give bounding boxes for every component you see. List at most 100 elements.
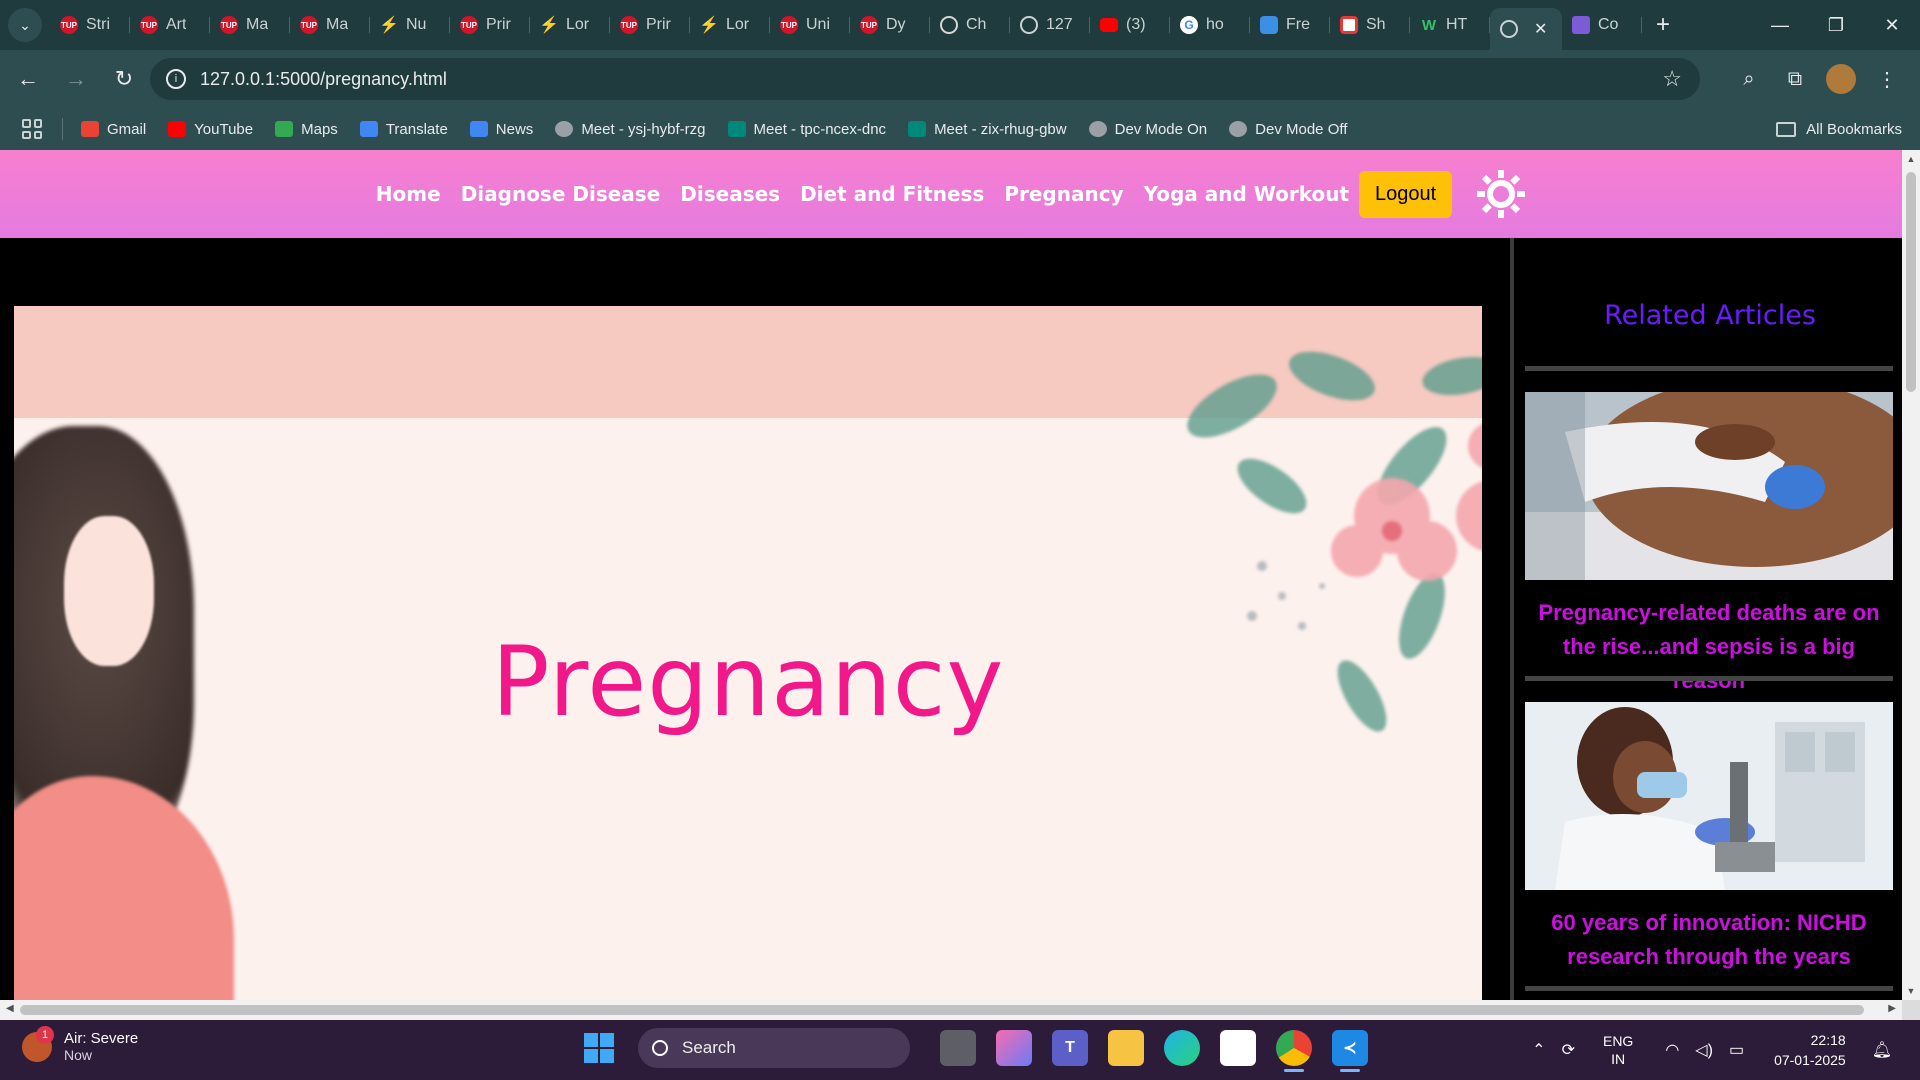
scrollbar-thumb[interactable]: [1906, 172, 1916, 392]
tab-search-icon[interactable]: ⌄: [8, 8, 42, 42]
tab[interactable]: ⚡ Lor: [690, 7, 770, 43]
close-icon[interactable]: ✕: [1534, 19, 1547, 39]
reload-button[interactable]: ↻: [104, 59, 144, 99]
weather-widget[interactable]: 1 Air: Severe Now: [22, 1025, 139, 1063]
profile-avatar[interactable]: [1818, 64, 1864, 94]
taskbar-search[interactable]: Search: [638, 1028, 910, 1068]
address-bar[interactable]: i 127.0.0.1:5000/pregnancy.html ☆: [150, 58, 1700, 100]
back-button[interactable]: ←: [8, 59, 48, 99]
logout-button[interactable]: Logout: [1359, 170, 1453, 218]
article-title-link[interactable]: 60 years of innovation: NICHD research t…: [1525, 906, 1893, 974]
restore-icon[interactable]: ❐: [1808, 0, 1864, 50]
bookmark-star-icon[interactable]: ☆: [1662, 66, 1682, 92]
tab[interactable]: TUP Uni: [770, 7, 850, 43]
vscode-icon[interactable]: ≺: [1332, 1030, 1368, 1072]
teams-icon[interactable]: T: [1052, 1030, 1088, 1066]
nav-link-pregnancy[interactable]: Pregnancy: [1004, 182, 1123, 206]
tab[interactable]: Ch: [930, 7, 1010, 43]
chrome-icon[interactable]: [1276, 1030, 1312, 1072]
tab[interactable]: TUP Ma: [210, 7, 290, 43]
tab-label: 127: [1046, 16, 1073, 33]
scroll-down-arrow-icon[interactable]: ▼: [1906, 986, 1916, 996]
scrollbar-thumb[interactable]: [20, 1005, 1864, 1015]
forward-button[interactable]: →: [56, 59, 96, 99]
bookmark-item[interactable]: Meet - tpc-ncex-dnc: [727, 121, 886, 138]
bookmark-item[interactable]: YouTube: [168, 121, 253, 138]
site-info-icon[interactable]: i: [166, 69, 186, 89]
task-view-icon[interactable]: [940, 1030, 976, 1066]
tab[interactable]: Gho: [1170, 7, 1250, 43]
notifications-bell-icon[interactable]: 🔔︎: [1872, 1040, 1892, 1060]
tab[interactable]: TUP Art: [130, 7, 210, 43]
tab[interactable]: TUP Ma: [290, 7, 370, 43]
horizontal-scrollbar[interactable]: ◀ ▶: [0, 1000, 1902, 1020]
extensions-icon[interactable]: ⧉: [1772, 68, 1818, 91]
tab[interactable]: ⚡ Lor: [530, 7, 610, 43]
wifi-icon[interactable]: ◠: [1665, 1040, 1679, 1060]
tab-after-active[interactable]: Co: [1562, 7, 1642, 43]
nav-link-home[interactable]: Home: [376, 182, 441, 206]
bookmark-item[interactable]: Meet - ysj-hybf-rzg: [555, 121, 706, 138]
nav-link-diet-and-fitness[interactable]: Diet and Fitness: [800, 182, 984, 206]
article-image-nichd-research[interactable]: [1525, 702, 1893, 890]
battery-icon[interactable]: ▭: [1729, 1040, 1744, 1060]
apps-grid-icon[interactable]: [22, 119, 42, 139]
bookmark-item[interactable]: Gmail: [81, 121, 146, 138]
clock[interactable]: 22:18 07-01-2025: [1774, 1030, 1846, 1070]
file-explorer-icon[interactable]: [1108, 1030, 1144, 1066]
windows-start-icon[interactable]: [584, 1033, 614, 1063]
bookmark-item[interactable]: Meet - zix-rhug-gbw: [908, 121, 1067, 138]
minimize-icon[interactable]: —: [1752, 0, 1808, 50]
vertical-scrollbar[interactable]: ▲ ▼: [1902, 150, 1920, 1000]
scroll-left-arrow-icon[interactable]: ◀: [6, 1003, 14, 1014]
lens-icon[interactable]: ⌕: [1726, 68, 1772, 91]
tab[interactable]: TUP Prir: [450, 7, 530, 43]
nav-link-diseases[interactable]: Diseases: [680, 182, 780, 206]
chevron-up-icon[interactable]: ⌃: [1532, 1040, 1545, 1060]
nav-link-yoga-and-workout[interactable]: Yoga and Workout: [1144, 182, 1349, 206]
menu-kebab-icon[interactable]: ⋮: [1864, 67, 1910, 92]
bookmark-label: Dev Mode On: [1114, 120, 1208, 138]
bookmark-item[interactable]: News: [469, 121, 533, 138]
bookmark-item[interactable]: Dev Mode On: [1088, 120, 1208, 138]
globe-icon: [1020, 16, 1038, 34]
scroll-up-arrow-icon[interactable]: ▲: [1906, 154, 1916, 164]
scroll-right-arrow-icon[interactable]: ▶: [1888, 1003, 1896, 1014]
close-window-icon[interactable]: ✕: [1864, 0, 1920, 50]
tab[interactable]: Sh: [1330, 7, 1410, 43]
language-indicator[interactable]: ENG IN: [1603, 1032, 1633, 1068]
tab-label: Stri: [86, 16, 110, 33]
tup-icon: TUP: [60, 16, 78, 34]
tab[interactable]: 127: [1010, 7, 1090, 43]
tab[interactable]: TUP Stri: [50, 7, 130, 43]
tup-icon: TUP: [620, 16, 638, 34]
article-image-pregnancy-checkup[interactable]: [1525, 392, 1893, 580]
tab[interactable]: (3): [1090, 7, 1170, 43]
sync-icon[interactable]: ⟳: [1562, 1040, 1575, 1060]
bookmark-list: Gmail YouTube Maps Translate News Meet - ysj-…: [81, 121, 1369, 138]
search-label: Search: [682, 1038, 736, 1057]
tab[interactable]: W HT: [1410, 7, 1490, 43]
bookmark-item[interactable]: Dev Mode Off: [1229, 121, 1347, 138]
theme-toggle-sun-icon[interactable]: [1476, 169, 1526, 219]
microsoft-store-icon[interactable]: [1220, 1030, 1256, 1066]
weather-title: Air: Severe: [64, 1030, 139, 1047]
tab[interactable]: Fre: [1250, 7, 1330, 43]
all-bookmarks-button[interactable]: All Bookmarks: [1776, 121, 1902, 138]
tab[interactable]: TUP Dy: [850, 7, 930, 43]
copilot-icon[interactable]: [996, 1030, 1032, 1066]
volume-icon[interactable]: ◁): [1695, 1040, 1713, 1060]
tup-icon: TUP: [860, 16, 878, 34]
tab[interactable]: TUP Prir: [610, 7, 690, 43]
bookmark-item[interactable]: Maps: [275, 121, 338, 138]
article-title-link[interactable]: Pregnancy-related deaths are on the rise…: [1525, 596, 1893, 698]
globe-icon: [1500, 20, 1518, 38]
edge-icon[interactable]: [1164, 1030, 1200, 1066]
bookmark-item[interactable]: Translate: [359, 121, 448, 138]
nav-link-diagnose-disease[interactable]: Diagnose Disease: [461, 182, 661, 206]
tab[interactable]: ⚡ Nu: [370, 7, 450, 43]
new-tab-button[interactable]: +: [1656, 11, 1670, 39]
tab-active[interactable]: ✕: [1490, 8, 1562, 50]
meet-icon: [908, 121, 927, 137]
url-text[interactable]: 127.0.0.1:5000/pregnancy.html: [200, 69, 447, 90]
